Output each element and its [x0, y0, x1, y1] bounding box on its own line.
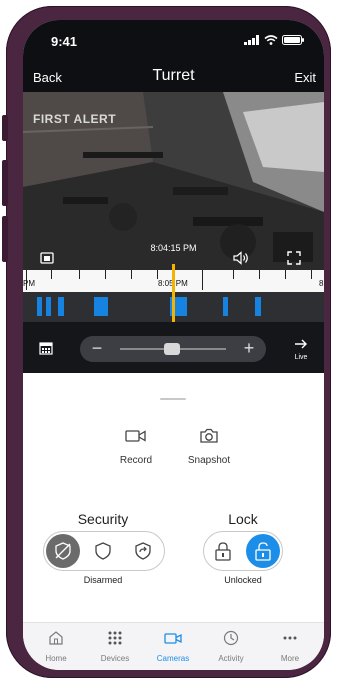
playback-controls: − + Live [23, 322, 324, 373]
arm-away-option[interactable] [126, 534, 160, 568]
tab-cameras-label: Cameras [156, 654, 190, 663]
signal-icon [244, 35, 259, 45]
fullscreen-icon[interactable] [287, 251, 301, 265]
tab-more-label: More [280, 654, 300, 663]
tab-activity-label: Activity [218, 654, 244, 663]
zoom-thumb[interactable] [164, 343, 180, 355]
timeline-tick [285, 270, 286, 279]
sheet-handle[interactable] [160, 398, 186, 400]
live-label: Live [294, 354, 308, 361]
battery-icon [282, 35, 304, 45]
shield-icon [95, 542, 111, 560]
disarmed-icon [55, 542, 71, 560]
tab-devices-label: Devices [100, 654, 130, 663]
devices-grid-icon [108, 631, 122, 645]
tab-bar: Home Devices Cameras Activity More [23, 622, 324, 670]
camera-icon [164, 633, 182, 644]
event-segment[interactable] [255, 297, 261, 316]
brand-overlay: FIRST ALERT [33, 112, 117, 126]
camera-feed[interactable]: FIRST ALERT 8:04:15 PM [23, 92, 324, 270]
camera-icon [200, 428, 218, 443]
security-mode-selector [43, 531, 165, 571]
timeline-tick [311, 270, 312, 279]
event-segment[interactable] [94, 297, 108, 316]
disarm-option[interactable] [46, 534, 80, 568]
snapshot-button[interactable]: Snapshot [179, 428, 239, 466]
lock-option[interactable] [206, 534, 240, 568]
tab-devices[interactable]: Devices [87, 630, 143, 663]
timeline-playhead[interactable] [172, 264, 175, 322]
timeline-tick [51, 270, 52, 279]
phone-screen: 9:41 Back Turret Exit FIRST ALERT 8:04:1… [23, 20, 324, 670]
zoom-in-button[interactable]: + [236, 336, 262, 362]
unlocked-icon [255, 542, 271, 561]
security-title: Security [77, 511, 129, 527]
lock-state: Unlocked [224, 575, 262, 585]
more-icon [283, 636, 297, 640]
page-title: Turret [152, 67, 195, 84]
record-label: Record [119, 455, 153, 466]
lock-selector [203, 531, 283, 571]
clock-icon [223, 630, 239, 646]
zoom-out-button[interactable]: − [84, 336, 110, 362]
tab-activity[interactable]: Activity [203, 630, 259, 663]
lock-title: Lock [228, 511, 258, 527]
wifi-icon [264, 35, 278, 45]
timeline-label-right: 8 [319, 279, 324, 288]
record-button[interactable]: Record [106, 428, 166, 466]
timeline-tick [259, 270, 260, 279]
event-segment[interactable] [58, 297, 64, 316]
timeline-tick [157, 270, 158, 279]
timeline-tick [79, 270, 80, 279]
snapshot-label: Snapshot [187, 455, 231, 466]
side-button-volume-down [2, 216, 8, 262]
locked-icon [215, 542, 231, 561]
bottom-sheet: Record Snapshot Security Disarmed Lock U… [23, 373, 324, 622]
event-segment[interactable] [46, 297, 51, 316]
nav-bar: Back Turret Exit [23, 66, 324, 92]
security-state: Disarmed [83, 575, 123, 585]
event-segment[interactable] [37, 297, 42, 316]
live-button[interactable]: Live [294, 336, 308, 361]
timeline-tick [131, 270, 132, 279]
exit-button[interactable]: Exit [294, 70, 316, 85]
home-icon [49, 631, 63, 645]
tab-home[interactable]: Home [28, 630, 84, 663]
calendar-icon[interactable] [39, 341, 53, 355]
tab-home-label: Home [45, 654, 67, 663]
timeline-tick [233, 270, 234, 279]
timeline-tick [105, 270, 106, 279]
side-button-silent [2, 115, 8, 141]
event-segment[interactable] [223, 297, 228, 316]
tab-cameras[interactable]: Cameras [145, 630, 201, 663]
timeline-label-left: PM [23, 279, 35, 288]
unlock-option[interactable] [246, 534, 280, 568]
side-button-volume-up [2, 160, 8, 206]
video-camera-icon [125, 430, 146, 442]
feed-timestamp: 8:04:15 PM [150, 243, 197, 253]
arrow-right-icon [295, 339, 307, 349]
speaker-icon[interactable] [232, 251, 250, 265]
status-bar: 9:41 [23, 20, 324, 66]
arm-away-icon [135, 542, 151, 560]
timeline-tick [202, 270, 203, 290]
camera-panel: 9:41 Back Turret Exit FIRST ALERT 8:04:1… [23, 20, 324, 373]
tab-more[interactable]: More [262, 630, 318, 663]
status-time: 9:41 [51, 34, 78, 49]
status-icons [244, 35, 304, 45]
zoom-slider[interactable]: − + [80, 336, 266, 362]
picture-in-picture-icon[interactable] [40, 252, 54, 264]
arm-home-option[interactable] [86, 534, 120, 568]
